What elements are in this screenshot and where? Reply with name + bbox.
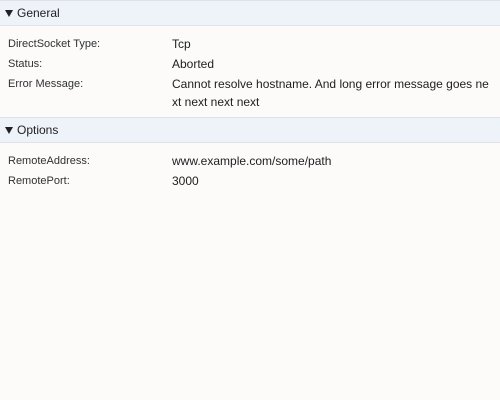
row-status: Status: Aborted xyxy=(0,54,500,74)
general-section-header[interactable]: General xyxy=(0,0,500,26)
socket-details-panel: General DirectSocket Type: Tcp Status: A… xyxy=(0,0,500,400)
row-directsocket-type: DirectSocket Type: Tcp xyxy=(0,34,500,54)
row-error-message: Error Message: Cannot resolve hostname. … xyxy=(0,74,500,111)
row-label: Error Message: xyxy=(8,78,84,90)
options-section-title: Options xyxy=(17,123,59,137)
general-section-rows: DirectSocket Type: Tcp Status: Aborted E… xyxy=(0,26,500,117)
row-label: RemotePort: xyxy=(8,175,70,187)
row-label: RemoteAddress: xyxy=(8,155,90,167)
expand-triangle-icon[interactable] xyxy=(5,10,13,17)
row-value: Cannot resolve hostname. And long error … xyxy=(172,77,489,109)
options-section-header[interactable]: Options xyxy=(0,117,500,143)
expand-triangle-icon[interactable] xyxy=(5,127,13,134)
general-section-title: General xyxy=(17,6,60,20)
row-label: DirectSocket Type: xyxy=(8,38,101,50)
row-value: 3000 xyxy=(172,174,199,188)
row-remote-address: RemoteAddress: www.example.com/some/path xyxy=(0,151,500,171)
row-label: Status: xyxy=(8,58,43,70)
row-value: Tcp xyxy=(172,37,191,51)
row-remote-port: RemotePort: 3000 xyxy=(0,171,500,191)
row-value: Aborted xyxy=(172,57,215,71)
options-section-rows: RemoteAddress: www.example.com/some/path… xyxy=(0,143,500,197)
row-value: www.example.com/some/path xyxy=(172,154,332,168)
